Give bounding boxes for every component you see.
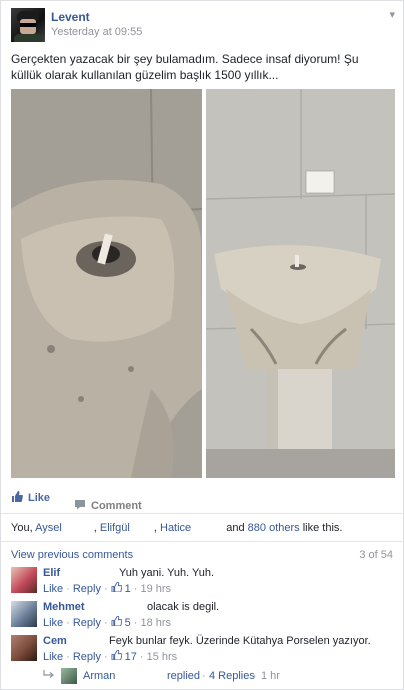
likes-others-link[interactable]: 880 others [248, 522, 300, 534]
comment-like-link[interactable]: Like [43, 583, 63, 595]
replies-count-link[interactable]: 4 Replies [209, 670, 255, 682]
comment-count: 3 of 54 [359, 549, 393, 561]
thumbs-up-icon [11, 491, 23, 505]
commenter-name[interactable]: Mehmet [43, 601, 85, 613]
comment-bubble-icon [74, 499, 86, 513]
commenter-avatar[interactable] [11, 635, 37, 661]
comment-time[interactable]: 19 hrs [140, 583, 171, 595]
divider [1, 513, 404, 514]
likes-suffix: like this. [302, 522, 343, 534]
liker-aysel[interactable]: Aysel [35, 522, 62, 534]
post-action-bar: Like Comment [11, 491, 395, 512]
comment-like-link[interactable]: Like [43, 617, 63, 629]
stone-capital-closeup-image [11, 89, 202, 478]
comment-thumbs-up-icon[interactable] [111, 615, 122, 629]
comment-like-link[interactable]: Like [43, 651, 63, 663]
comment-item: Mehmet olacak is degil. Like · Reply · 5 · … [11, 601, 395, 631]
post-card: Levent Yesterday at 09:55 ▾ Gerçekten ya… [0, 0, 404, 690]
liker-hatice[interactable]: Hatice [160, 522, 191, 534]
commenter-name[interactable]: Cem [43, 635, 67, 647]
commenter-name[interactable]: Elif [43, 567, 60, 579]
comment-like-count[interactable]: 1 [125, 583, 131, 595]
comment-item: Elif Yuh yani. Yuh. Yuh. Like · Reply · 1 ·… [11, 567, 395, 597]
comment-item: Cem Feyk bunlar feyk. Üzerinde Kütahya P… [11, 635, 395, 665]
replies-summary-row[interactable]: Arman replied · 4 Replies · 1 hr [43, 668, 395, 686]
comment-reply-link[interactable]: Reply [73, 651, 101, 663]
comment-thumbs-up-icon[interactable] [111, 649, 122, 663]
comment-time[interactable]: 18 hrs [140, 617, 171, 629]
comment-text: Yuh yani. Yuh. Yuh. [119, 567, 215, 579]
commenter-avatar[interactable] [11, 601, 37, 627]
comment-thumbs-up-icon[interactable] [111, 581, 122, 595]
photo-left[interactable] [11, 89, 202, 478]
commenter-avatar[interactable] [11, 567, 37, 593]
replied-text: replied [167, 670, 201, 682]
like-label: Like [28, 492, 51, 504]
likes-prefix: You, [11, 522, 33, 534]
comment-like-count[interactable]: 5 [125, 617, 131, 629]
column-capital-image [206, 89, 395, 478]
post-options-chevron-icon[interactable]: ▾ [389, 8, 395, 21]
comment-label: Comment [91, 500, 142, 512]
author-name[interactable]: Levent [51, 10, 90, 24]
post-text: Gerçekten yazacak bir şey bulamadım. Sad… [11, 52, 359, 82]
divider [1, 541, 404, 542]
post-photos[interactable] [11, 89, 395, 478]
dot-separator: · [202, 670, 206, 682]
liker-elifgul[interactable]: Elifgül [100, 522, 130, 534]
comment-meta: Like · Reply · 5 · 18 hrs [43, 615, 172, 629]
comment-time[interactable]: 15 hrs [147, 651, 178, 663]
photo-right[interactable] [206, 89, 395, 478]
like-button[interactable]: Like [11, 491, 50, 505]
reply-arrow-icon [43, 670, 55, 683]
replier-name[interactable]: Arman [83, 670, 115, 682]
comment-like-count[interactable]: 17 [125, 651, 137, 663]
post-header: Levent Yesterday at 09:55 ▾ [11, 8, 395, 42]
view-previous-comments-link[interactable]: View previous comments [11, 549, 133, 561]
comment-meta: Like · Reply · 17 · 15 hrs [43, 649, 178, 663]
comment-button[interactable]: Comment [74, 491, 404, 521]
replier-avatar[interactable] [61, 668, 77, 684]
comment-text: Feyk bunlar feyk. Üzerinde Kütahya Porse… [109, 635, 371, 647]
dot-separator: · [253, 670, 257, 682]
reply-time[interactable]: 1 hr [261, 670, 280, 682]
like-summary: You, Aysel, Elifgül, Hatice and 880 othe… [11, 522, 343, 534]
comment-text: olacak is degil. [147, 601, 220, 613]
post-timestamp[interactable]: Yesterday at 09:55 [51, 26, 142, 38]
comment-reply-link[interactable]: Reply [73, 617, 101, 629]
comment-meta: Like · Reply · 1 · 19 hrs [43, 581, 172, 595]
likes-and: and [226, 522, 245, 534]
author-avatar[interactable] [11, 8, 45, 42]
comment-reply-link[interactable]: Reply [73, 583, 101, 595]
